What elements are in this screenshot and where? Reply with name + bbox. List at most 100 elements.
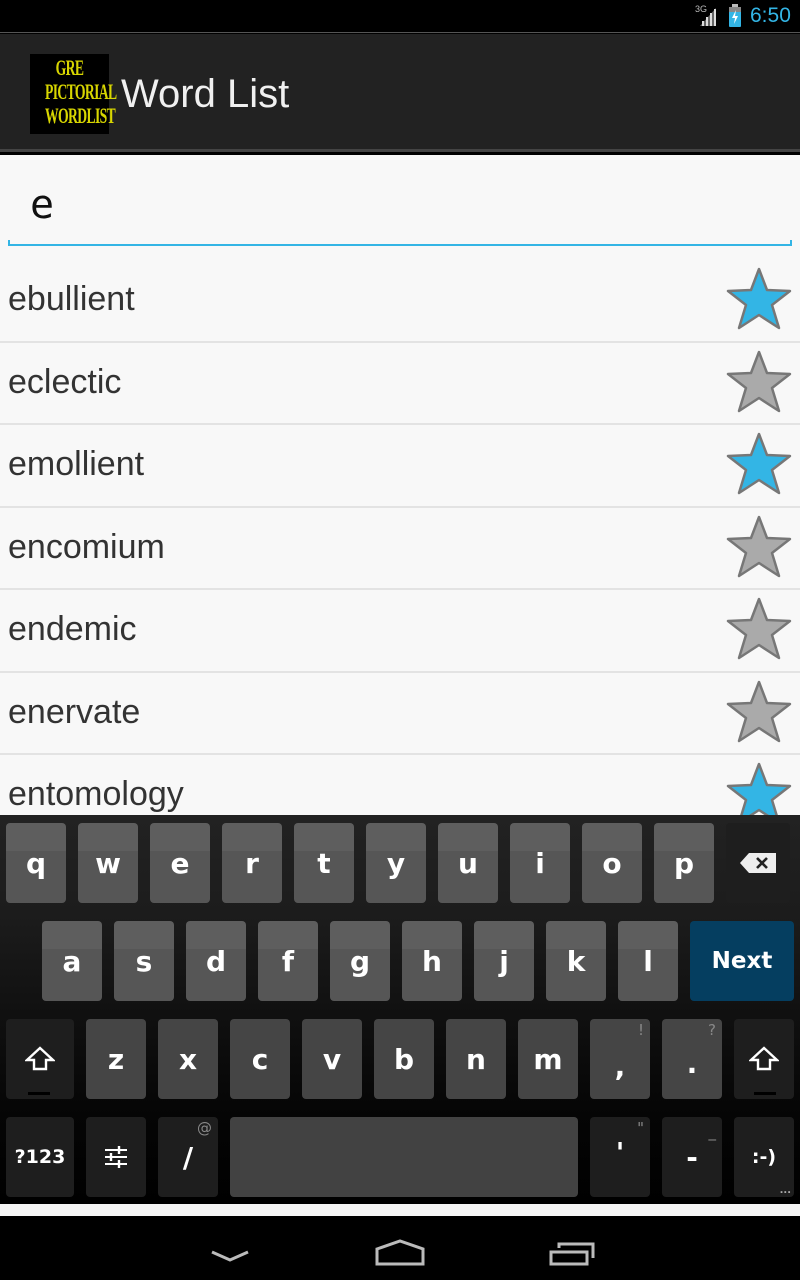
key-u[interactable]: u <box>438 823 498 903</box>
back-chevron-down-icon <box>211 1250 249 1262</box>
home-button[interactable] <box>365 1224 435 1274</box>
slash-key[interactable]: / @ <box>158 1117 218 1197</box>
logo-line: WORDLIST <box>45 103 116 128</box>
back-button[interactable] <box>196 1224 266 1274</box>
shift-icon <box>749 1046 779 1071</box>
home-icon <box>375 1239 425 1266</box>
slash-label: / <box>182 1140 194 1174</box>
word-label: endemic <box>8 610 137 648</box>
shift-icon <box>25 1046 55 1071</box>
word-list-item[interactable]: eclectic <box>0 343 800 425</box>
period-hint: ? <box>708 1021 716 1039</box>
navigation-bar <box>0 1216 800 1280</box>
battery-charging-icon <box>729 4 741 27</box>
star-empty-icon[interactable] <box>724 596 794 662</box>
comma-label: , <box>614 1049 626 1083</box>
symbols-key[interactable]: ?123 <box>6 1117 74 1197</box>
word-list: ebullient eclectic emollient encomium endemi… <box>0 260 800 815</box>
key-n[interactable]: n <box>446 1019 506 1099</box>
key-i[interactable]: i <box>510 823 570 903</box>
more-indicator: ... <box>779 1185 791 1196</box>
logo-line: PICTORIAL <box>45 79 117 104</box>
key-h[interactable]: h <box>402 921 462 1001</box>
page-title: Word List <box>121 72 290 116</box>
key-b[interactable]: b <box>374 1019 434 1099</box>
key-l[interactable]: l <box>618 921 678 1001</box>
key-d[interactable]: d <box>186 921 246 1001</box>
word-label: ebullient <box>8 280 135 318</box>
word-list-item[interactable]: enervate <box>0 673 800 755</box>
apostrophe-hint: " <box>637 1119 644 1137</box>
status-bar: 3G 6:50 <box>0 0 800 33</box>
word-label: enervate <box>8 692 141 731</box>
star-empty-icon[interactable] <box>724 679 794 745</box>
key-a[interactable]: a <box>42 921 102 1001</box>
dash-key[interactable]: - _ <box>662 1117 722 1197</box>
key-t[interactable]: t <box>294 823 354 903</box>
word-list-item[interactable]: endemic <box>0 590 800 673</box>
shift-key-right[interactable] <box>734 1019 794 1099</box>
word-label: eclectic <box>8 362 122 401</box>
search-field[interactable] <box>8 170 792 246</box>
apostrophe-label: ' <box>615 1135 625 1169</box>
key-f[interactable]: f <box>258 921 318 1001</box>
key-m[interactable]: m <box>518 1019 578 1099</box>
key-w[interactable]: w <box>78 823 138 903</box>
emoticon-key[interactable]: :-) ... <box>734 1117 794 1197</box>
settings-sliders-icon <box>105 1146 127 1168</box>
content-area: ebullient eclectic emollient encomium endemi… <box>0 155 800 815</box>
key-j[interactable]: j <box>474 921 534 1001</box>
clock: 6:50 <box>750 4 791 27</box>
key-r[interactable]: r <box>222 823 282 903</box>
star-filled-icon[interactable] <box>724 761 794 815</box>
star-filled-icon[interactable] <box>724 266 794 332</box>
recent-apps-icon <box>549 1242 595 1266</box>
key-v[interactable]: v <box>302 1019 362 1099</box>
action-bar: GRE PICTORIAL WORDLIST Word List <box>0 34 800 152</box>
word-label: encomium <box>8 527 165 566</box>
emoticon-label: :-) <box>751 1146 777 1168</box>
comma-hint: ! <box>637 1021 644 1039</box>
next-key[interactable]: Next <box>690 921 794 1001</box>
key-s[interactable]: s <box>114 921 174 1001</box>
signal-strength-icon <box>700 8 716 26</box>
star-filled-icon[interactable] <box>724 431 794 497</box>
search-input[interactable] <box>8 170 792 240</box>
star-empty-icon[interactable] <box>724 349 794 415</box>
key-c[interactable]: c <box>230 1019 290 1099</box>
apostrophe-key[interactable]: ' " <box>590 1117 650 1197</box>
key-q[interactable]: q <box>6 823 66 903</box>
key-x[interactable]: x <box>158 1019 218 1099</box>
shift-key-left[interactable] <box>6 1019 74 1099</box>
period-key[interactable]: . ? <box>662 1019 722 1099</box>
backspace-key[interactable] <box>726 823 790 903</box>
word-list-item[interactable]: entomology <box>0 755 800 815</box>
app-logo[interactable]: GRE PICTORIAL WORDLIST <box>30 54 117 134</box>
spacebar[interactable] <box>230 1117 578 1197</box>
period-label: . <box>686 1046 698 1080</box>
dash-label: - <box>686 1140 698 1174</box>
word-list-item[interactable]: emollient <box>0 425 800 508</box>
key-k[interactable]: k <box>546 921 606 1001</box>
recent-apps-button[interactable] <box>535 1224 605 1274</box>
word-list-item[interactable]: encomium <box>0 508 800 590</box>
search-underline <box>8 240 792 246</box>
key-o[interactable]: o <box>582 823 642 903</box>
soft-keyboard: qwertyuiop asdfghjkl Next zxcvbnm , ! . … <box>0 815 800 1205</box>
key-g[interactable]: g <box>330 921 390 1001</box>
dash-hint: _ <box>708 1123 717 1141</box>
comma-key[interactable]: , ! <box>590 1019 650 1099</box>
word-label: entomology <box>8 775 184 813</box>
key-e[interactable]: e <box>150 823 210 903</box>
settings-key[interactable] <box>86 1117 146 1197</box>
bottom-strip <box>0 1204 800 1216</box>
word-label: emollient <box>8 445 145 483</box>
slash-hint: @ <box>197 1119 212 1137</box>
key-z[interactable]: z <box>86 1019 146 1099</box>
key-p[interactable]: p <box>654 823 714 903</box>
star-empty-icon[interactable] <box>724 514 794 580</box>
key-y[interactable]: y <box>366 823 426 903</box>
backspace-icon <box>740 853 776 873</box>
word-list-item[interactable]: ebullient <box>0 260 800 343</box>
logo-line: GRE <box>55 55 84 80</box>
